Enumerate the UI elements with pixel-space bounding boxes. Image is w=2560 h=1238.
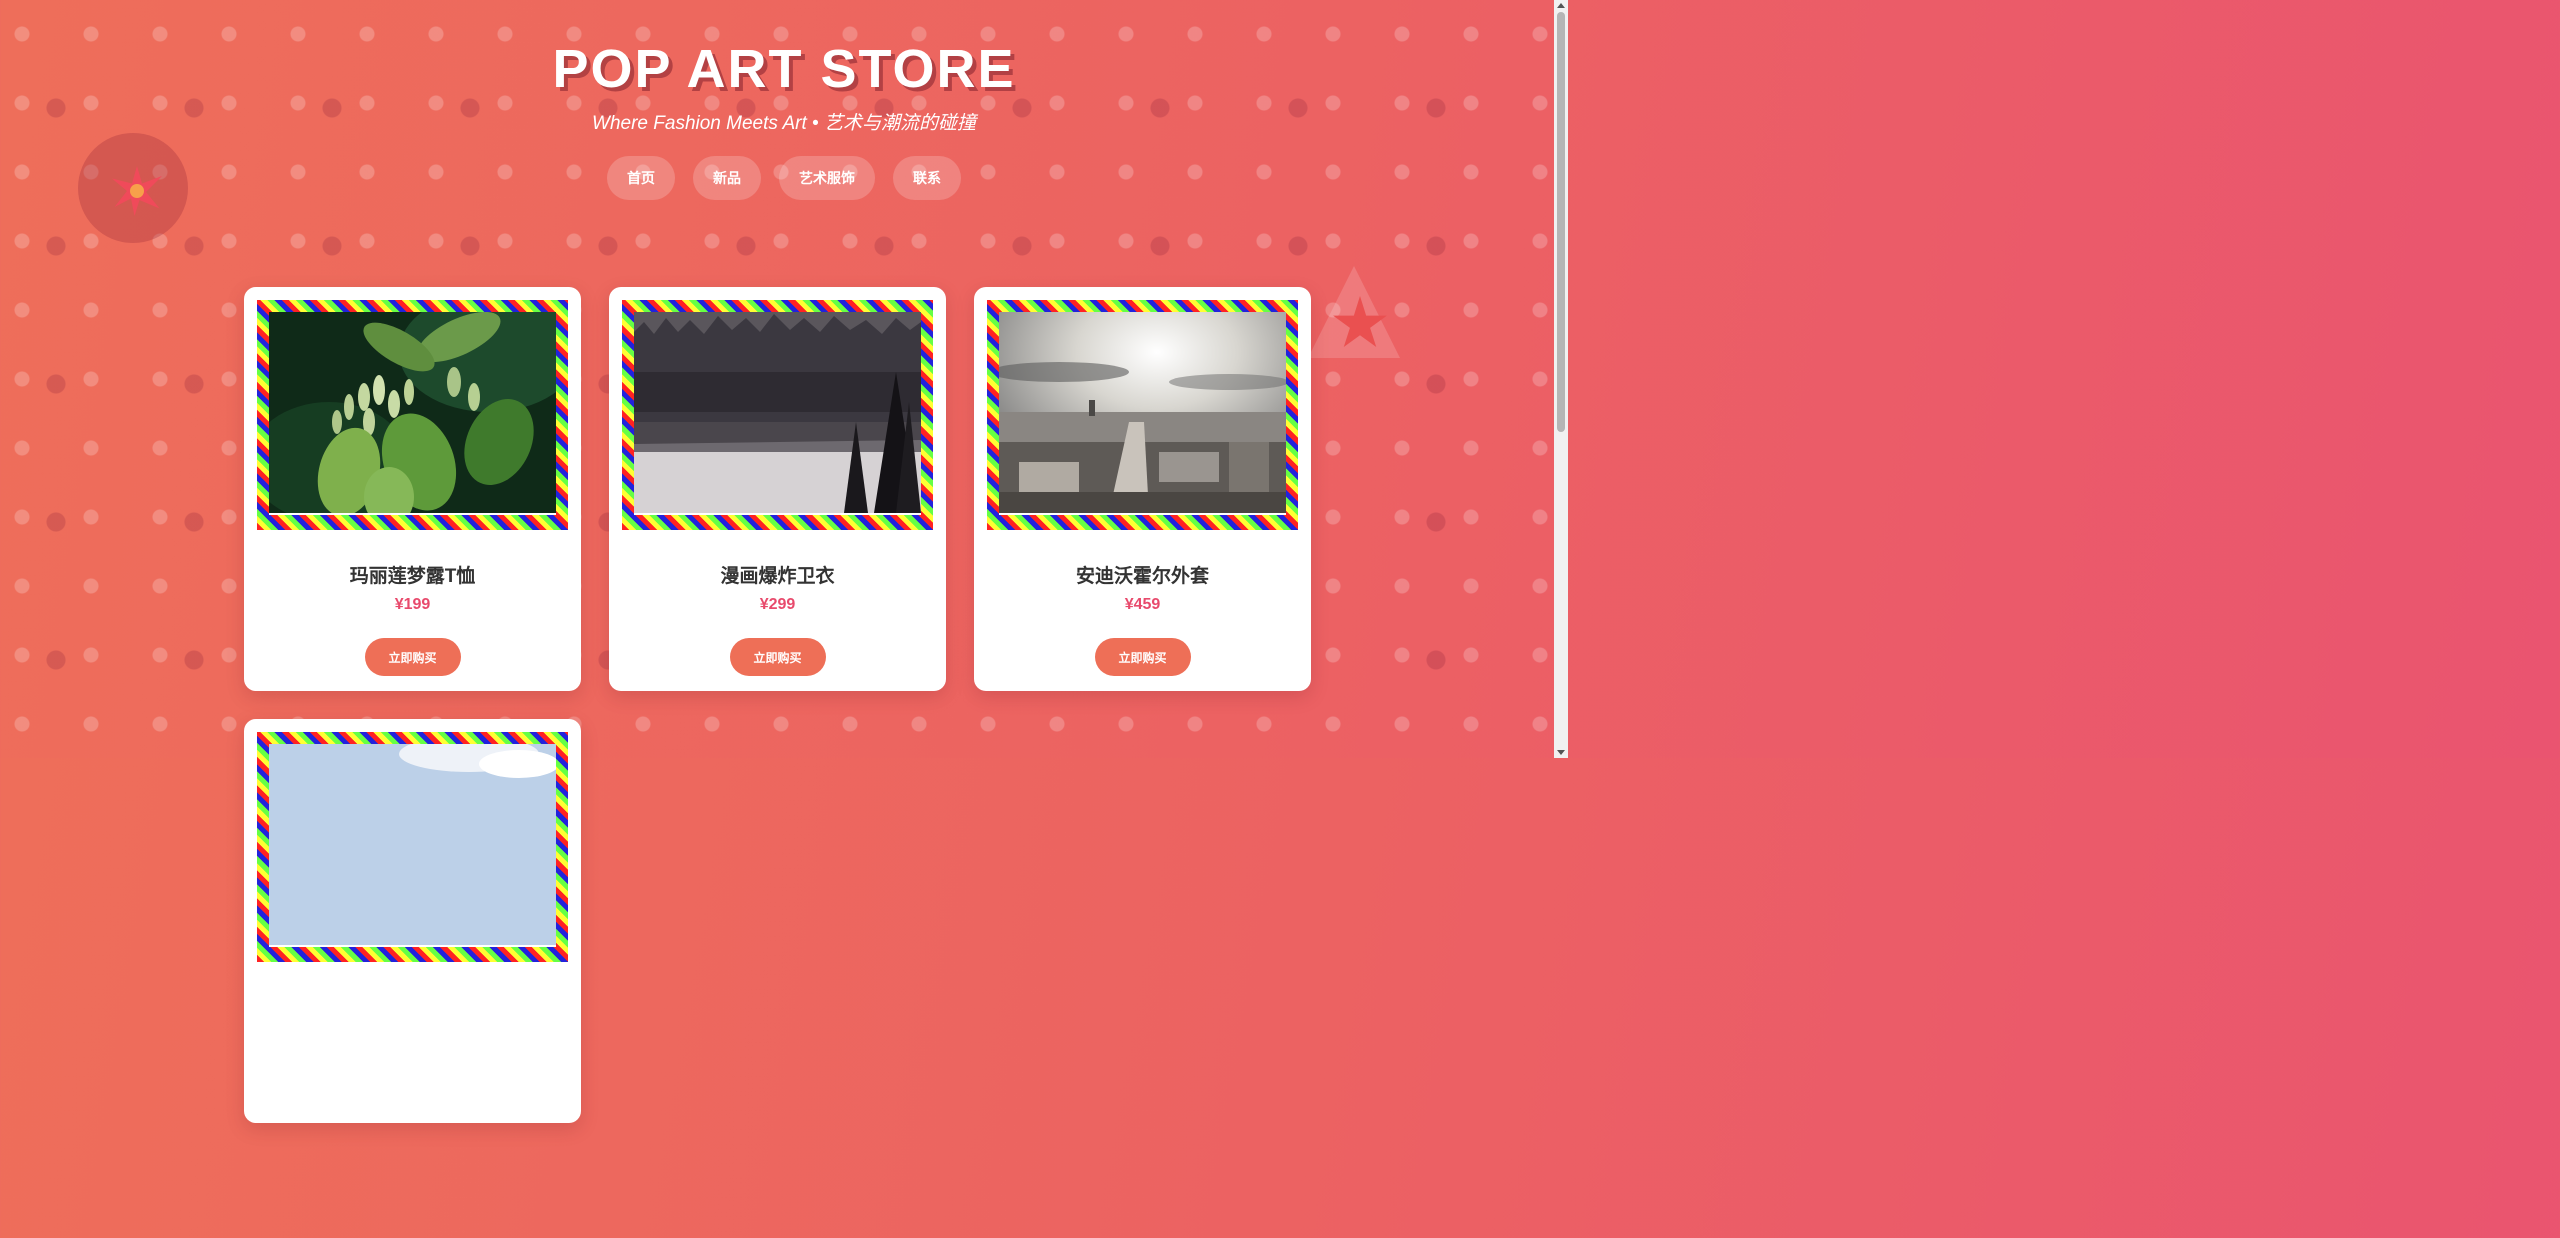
scrollbar-thumb[interactable]: [1557, 12, 1565, 432]
nav-contact[interactable]: 联系: [893, 156, 961, 200]
site-header: POP ART STORE Where Fashion Meets Art • …: [0, 0, 1568, 200]
striped-image-frame: [257, 300, 568, 530]
product-price: ¥199: [394, 596, 431, 613]
striped-image-frame: [987, 300, 1298, 530]
page-scrollbar[interactable]: [1554, 0, 1568, 758]
product-name: 安迪沃霍尔外套: [1075, 566, 1209, 587]
striped-image-frame: [622, 300, 933, 530]
page-title: POP ART STORE: [552, 39, 1016, 99]
product-card: 玛丽莲梦露T恤 ¥199 立即购买: [244, 287, 581, 691]
forest-lake-photo[interactable]: [634, 312, 921, 515]
nav-home[interactable]: 首页: [607, 156, 675, 200]
product-card: 安迪沃霍尔外套 ¥459 立即购买: [974, 287, 1311, 691]
product-card: 漫画爆炸卫衣 ¥299 立即购买: [609, 287, 946, 691]
sky-photo[interactable]: [269, 744, 556, 947]
buy-now-button[interactable]: 立即购买: [364, 638, 461, 676]
nav-art-apparel[interactable]: 艺术服饰: [779, 156, 875, 200]
decorative-triangle: [1308, 266, 1400, 358]
product-grid: 玛丽莲梦露T恤 ¥199 立即购买 漫画爆炸卫衣 ¥299 立即购买 安迪沃霍尔…: [244, 287, 1312, 1123]
product-card: [244, 719, 581, 1123]
product-price: ¥299: [759, 596, 796, 613]
main-nav: 首页 新品 艺术服饰 联系: [0, 156, 1568, 200]
scroll-up-icon[interactable]: [1557, 3, 1565, 8]
product-price: ¥459: [1124, 596, 1161, 613]
scroll-down-icon[interactable]: [1557, 750, 1565, 755]
product-name: 玛丽莲梦露T恤: [349, 566, 476, 587]
product-name: 漫画爆炸卫衣: [720, 566, 835, 587]
tagline: Where Fashion Meets Art • 艺术与潮流的碰撞: [592, 113, 976, 134]
buy-now-button[interactable]: 立即购买: [1094, 638, 1191, 676]
city-skyline-photo[interactable]: [999, 312, 1286, 515]
buy-now-button[interactable]: 立即购买: [729, 638, 826, 676]
nav-new-arrivals[interactable]: 新品: [693, 156, 761, 200]
striped-image-frame: [257, 732, 568, 962]
green-leaves-photo[interactable]: [269, 312, 556, 515]
